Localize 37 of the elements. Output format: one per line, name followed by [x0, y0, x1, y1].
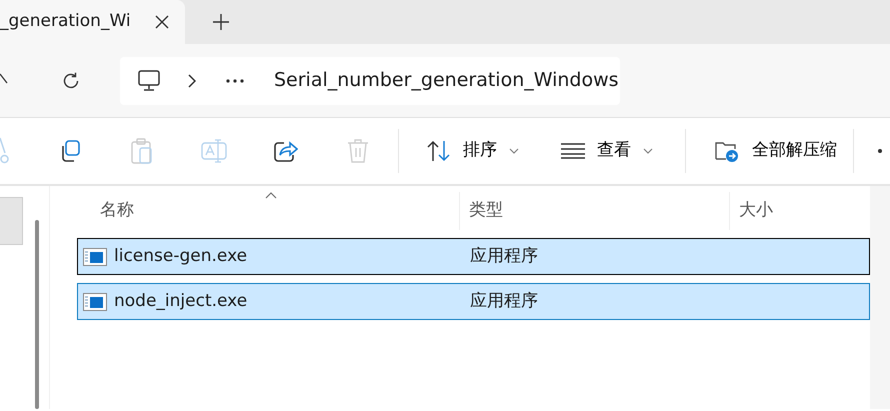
copy-icon: [59, 140, 81, 162]
column-header[interactable]: 大小: [729, 192, 869, 230]
file-row[interactable]: node_inject.exe 应用程序: [77, 283, 870, 320]
scissors-icon: [0, 137, 9, 165]
share-icon: [274, 140, 298, 162]
tab[interactable]: _generation_Wi: [0, 0, 185, 44]
monitor-icon: [138, 70, 160, 92]
refresh-icon[interactable]: [62, 72, 80, 90]
sort-ascending-icon: [264, 192, 276, 199]
sort-menu-button[interactable]: 排序: [411, 127, 535, 175]
file-name: license-gen.exe: [114, 244, 248, 268]
file-name: node_inject.exe: [114, 290, 248, 313]
scrollbar-track[interactable]: [870, 186, 890, 409]
exe-icon: [83, 292, 107, 312]
more-icon[interactable]: [878, 149, 882, 153]
trash-icon: [347, 139, 369, 163]
lines-icon: [561, 143, 585, 159]
column-header[interactable]: 名称: [78, 192, 459, 230]
view-menu-button[interactable]: 查看: [545, 127, 669, 175]
chevron-icon: [188, 74, 196, 88]
file-type: 应用程序: [470, 290, 538, 313]
extract-all-button[interactable]: 全部解压缩: [698, 127, 853, 175]
address-bar[interactable]: Serial_number_generation_Windows: [120, 56, 620, 104]
address-folder[interactable]: Serial_number_generation_Windows: [274, 66, 619, 95]
new-tab-icon[interactable]: [213, 14, 229, 30]
column-header[interactable]: 类型: [459, 192, 729, 230]
caret-icon: [509, 148, 519, 154]
clipboard-icon: [131, 138, 153, 164]
file-type: 应用程序: [470, 244, 538, 268]
close-icon[interactable]: [155, 15, 169, 29]
sort-icon: [427, 139, 451, 163]
file-row[interactable]: license-gen.exe 应用程序: [77, 238, 870, 275]
ellipsis-icon[interactable]: [226, 78, 244, 82]
scrollbar-thumb[interactable]: [35, 220, 39, 409]
rename-icon: [201, 139, 227, 163]
exe-icon: [83, 246, 107, 266]
caret-icon: [643, 148, 653, 154]
